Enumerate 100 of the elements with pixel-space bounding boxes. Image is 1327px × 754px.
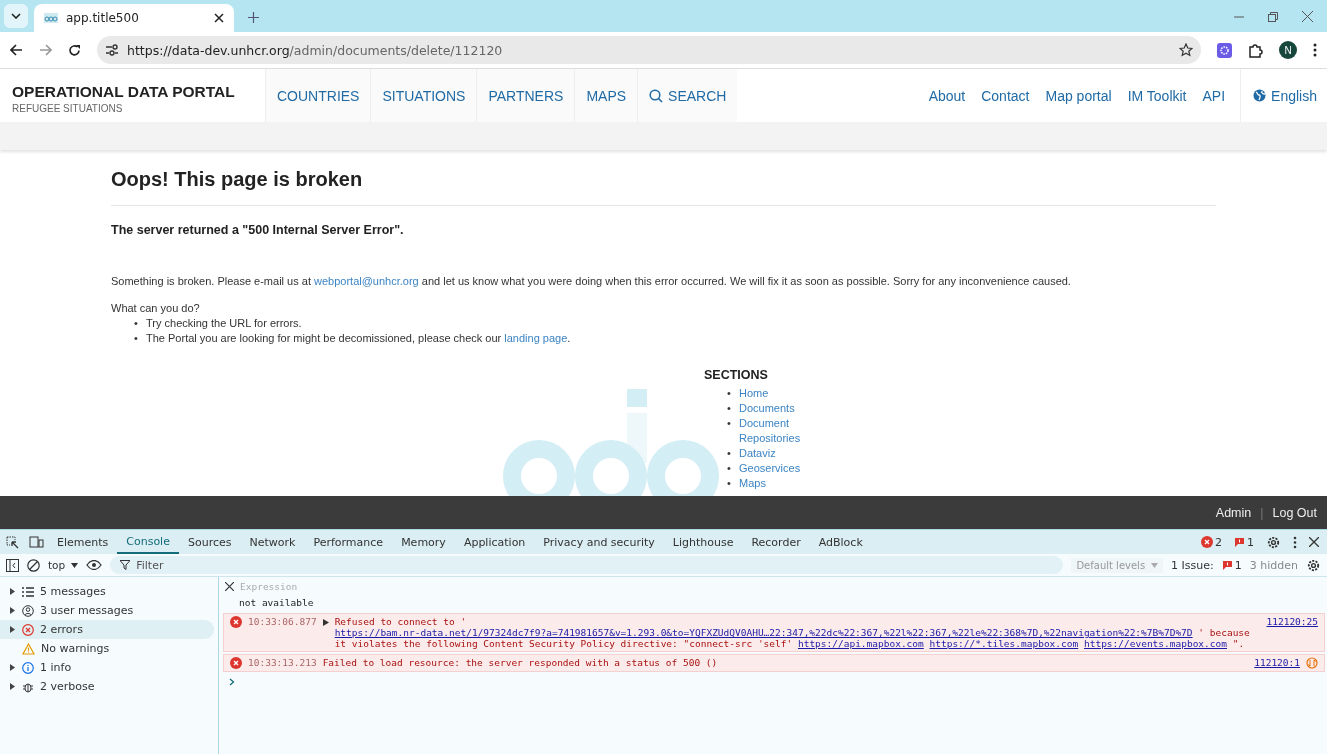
sidebar-toggle-icon[interactable] [6,558,19,572]
devtools-tab[interactable]: Elements [48,530,118,554]
section-link[interactable]: Maps [739,476,766,491]
nav-link[interactable]: PARTNERS [476,69,575,122]
caret-icon [1151,562,1159,568]
header-link[interactable]: About [920,69,974,122]
devtools-tab[interactable]: Privacy and security [534,530,664,554]
devtools-tab[interactable]: Performance [304,530,393,554]
url-link[interactable]: https://*.tiles.mapbox.com [929,638,1079,649]
console-filter-item[interactable]: 2 verbose [0,677,214,696]
expand-icon[interactable] [322,619,329,626]
nav-link[interactable]: SITUATIONS [370,69,477,122]
close-icon[interactable] [225,582,234,591]
inspect-icon[interactable] [6,535,19,549]
device-icon[interactable] [29,536,44,548]
devtools-tab[interactable]: Recorder [742,530,810,554]
filter-label: 3 user messages [40,604,134,617]
tab-search-button[interactable] [4,4,28,28]
expand-icon[interactable] [10,626,15,633]
more-icon[interactable] [1293,535,1297,549]
logout-link[interactable]: Log Out [1272,505,1317,520]
source-link[interactable]: 112120:1 [1254,657,1300,669]
network-icon[interactable] [1306,657,1318,669]
expand-icon[interactable] [10,607,15,614]
filter-label: 2 errors [40,623,83,636]
expand-icon[interactable] [10,588,15,595]
console-filter-item[interactable]: 3 user messages [0,601,214,620]
site-subtitle: REFUGEE SITUATIONS [12,103,124,114]
email-link[interactable]: webportal@unhcr.org [314,275,419,287]
profile-avatar[interactable]: N [1279,41,1297,59]
context-dropdown[interactable]: top [48,559,79,571]
new-tab-icon[interactable] [248,12,259,23]
devtools-tab[interactable]: Memory [392,530,455,554]
header-link[interactable]: Map portal [1037,69,1120,122]
expression-value: not available [238,596,315,610]
url-link[interactable]: https://bam.nr-data.net/1/97324dc7f9?a=741981657&v=1.293.0&to=YQFXZUdQV0AHU…22:347,%22dc%22:367,%22l%22:367,%22le%22:368%7D,%22navigation%22:%7B%7D%7D [334,627,1193,638]
header-link[interactable]: Contact [973,69,1038,122]
puzzle-icon[interactable] [1248,42,1263,58]
error-icon [230,616,242,628]
console-filter-item[interactable]: No warnings [0,639,214,658]
clear-console-icon[interactable] [27,558,40,572]
filter-field[interactable]: Filter [110,556,1064,574]
issues-label: 1 Issue: [1171,558,1214,572]
warning-icon [22,642,35,655]
error-icon [230,657,242,669]
address-bar[interactable]: https://data-dev.unhcr.org/admin/documents/delete/112120 [97,36,1201,64]
reload-icon[interactable] [68,43,81,57]
section-link[interactable]: Home [739,386,769,401]
section-link[interactable]: Document Repositories [739,416,809,446]
settings-icon[interactable] [1266,534,1281,550]
browser-tab[interactable]: app.title500 [34,4,234,32]
list-bullet: • [134,316,139,331]
separator-text: | [1260,505,1264,520]
timestamp: 10:33:13.213 [248,657,317,669]
admin-link[interactable]: Admin [1215,505,1252,520]
extension-icon[interactable] [1217,42,1232,58]
console-settings-icon[interactable] [1306,557,1321,573]
devtools-tab[interactable]: Lighthouse [663,530,743,554]
back-icon[interactable] [10,44,23,56]
devtools-tab[interactable]: AdBlock [809,530,872,554]
section-link[interactable]: Dataviz [739,446,776,461]
close-icon[interactable] [214,13,224,23]
devtools-tab[interactable]: Console [117,530,179,554]
console-message: Refused to connect to ' https://bam.nr-data.net/1/97324dc7f9?a=741981657&v=1.293.0&to=YQFXZUdQV0AHU…22:347,%22dc%22:367,%22l%22:367,%22le%22:368%7D,%22navigation%22:%7B%7D%7D ' because it violates the following Content Security Policy directive: "connect-src 'self' https://api.mapbox.com https://*.tiles.mapbox.com https://events.mapbox.com ". [334,616,1251,649]
close-icon[interactable] [1309,537,1319,547]
list-bullet: • [727,416,732,431]
console-filter-item[interactable]: 1 info [0,658,214,677]
header-link[interactable]: API [1194,69,1234,122]
error-message: Something is broken. Please e-mail us at webportal@unhcr.org and let us know what you were doing when this error occurred. We will fix it as soon as possible. Sorry for any inconvenience caused. [111,275,1072,287]
devtools-tab[interactable]: Sources [178,530,241,554]
list-bullet: • [727,446,732,461]
header-link[interactable]: IM Toolkit [1119,69,1195,122]
search-link[interactable]: SEARCH [637,69,738,122]
more-icon[interactable] [1313,43,1317,57]
site-title[interactable]: OPERATIONAL DATA PORTAL [12,83,265,101]
url-link[interactable]: https://events.mapbox.com [1083,638,1227,649]
info-icon [22,661,34,674]
url-link[interactable]: https://api.mapbox.com [797,638,924,649]
restore-icon[interactable] [1268,11,1278,22]
prompt-icon[interactable] [229,678,235,686]
expand-icon[interactable] [10,664,15,671]
devtools-tab[interactable]: Network [240,530,305,554]
tip-item: The Portal you are looking for might be decomissioned, please check our landing page. [146,331,571,346]
star-icon[interactable] [1179,43,1193,57]
section-link[interactable]: Geoservices [739,461,801,476]
devtools-tab[interactable]: Application [454,530,535,554]
nav-link[interactable]: COUNTRIES [265,69,371,122]
site-settings-icon[interactable] [105,44,119,56]
console-filter-item[interactable]: 5 messages [0,582,214,601]
issue-count: 1 [1247,535,1254,549]
issue-flag-icon [1221,559,1233,571]
eye-icon[interactable] [86,560,103,570]
section-link[interactable]: Documents [739,401,795,416]
timestamp: 10:33:06.877 [248,616,317,629]
list-bullet: • [727,461,732,476]
nav-link[interactable]: MAPS [574,69,638,122]
expand-icon[interactable] [10,683,15,690]
source-link[interactable]: 112120:25 [1266,616,1318,649]
console-filter-item[interactable]: 2 errors [0,620,214,639]
forward-icon[interactable] [39,44,52,56]
